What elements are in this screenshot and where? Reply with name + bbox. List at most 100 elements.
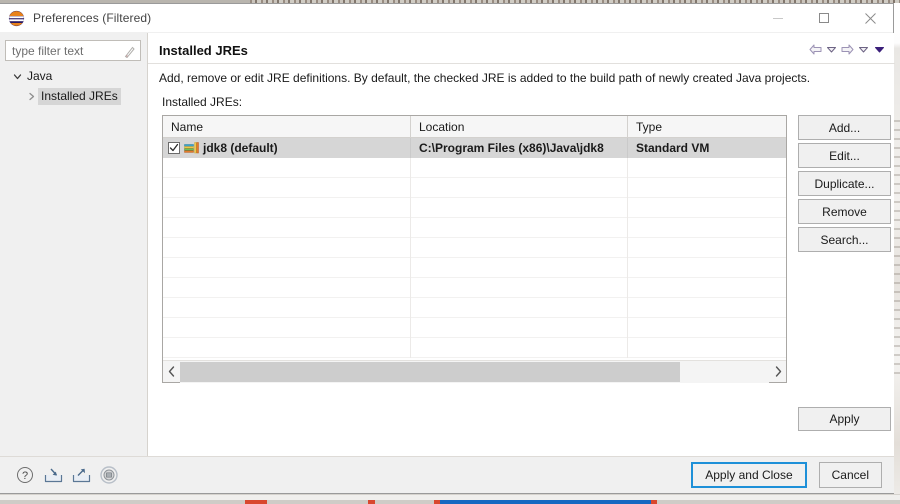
- table-row-empty[interactable]: [163, 218, 786, 238]
- duplicate-button[interactable]: Duplicate...: [798, 171, 891, 196]
- taskbar-mark-1: [245, 500, 267, 504]
- window-controls: [755, 4, 893, 33]
- cell-empty: [628, 238, 786, 258]
- cell-type[interactable]: Standard VM: [628, 138, 786, 158]
- cancel-button[interactable]: Cancel: [818, 462, 882, 488]
- cell-empty: [411, 218, 628, 238]
- cell-empty: [411, 158, 628, 178]
- apply-and-close-button[interactable]: Apply and Close: [691, 462, 807, 488]
- forward-arrow-icon[interactable]: [840, 41, 854, 58]
- cell-empty: [628, 298, 786, 318]
- background-taskbar: [0, 494, 900, 504]
- table-row-empty[interactable]: [163, 338, 786, 358]
- background-window-right-content: [894, 120, 900, 380]
- back-dropdown-icon[interactable]: [824, 41, 838, 58]
- table-row-empty[interactable]: [163, 238, 786, 258]
- table-row-empty[interactable]: [163, 258, 786, 278]
- page-title: Installed JREs: [159, 43, 248, 58]
- tree-item-label: Installed JREs: [38, 87, 121, 105]
- column-header-name[interactable]: Name: [163, 116, 411, 137]
- scrollbar-thumb[interactable]: [180, 361, 680, 382]
- cell-empty: [411, 278, 628, 298]
- recorder-icon[interactable]: [99, 465, 119, 485]
- cell-empty: [163, 218, 411, 238]
- table-row-empty[interactable]: [163, 278, 786, 298]
- back-arrow-icon[interactable]: [808, 41, 822, 58]
- cell-empty: [628, 158, 786, 178]
- clear-filter-icon[interactable]: [124, 45, 135, 58]
- svg-text:?: ?: [22, 470, 28, 482]
- cell-name[interactable]: jdk8 (default): [163, 138, 411, 158]
- table-row-empty[interactable]: [163, 298, 786, 318]
- chevron-right-icon[interactable]: [24, 92, 38, 101]
- tree-item-installed-jres[interactable]: Installed JREs: [0, 86, 147, 106]
- preference-page-installed-jres: Installed JREs Add, remove or edit JRE d…: [147, 33, 895, 457]
- table-row-empty[interactable]: [163, 178, 786, 198]
- title-bar: Preferences (Filtered): [0, 4, 893, 33]
- table-body: jdk8 (default) C:\Program Files (x86)\Ja…: [163, 138, 786, 360]
- add-button[interactable]: Add...: [798, 115, 891, 140]
- cell-empty: [163, 258, 411, 278]
- close-icon[interactable]: [847, 4, 893, 33]
- page-description: Add, remove or edit JRE definitions. By …: [159, 71, 811, 85]
- cell-empty: [163, 158, 411, 178]
- cell-empty: [163, 198, 411, 218]
- search-button[interactable]: Search...: [798, 227, 891, 252]
- cell-empty: [628, 278, 786, 298]
- tree-item-java[interactable]: Java: [0, 66, 147, 86]
- jre-checkbox[interactable]: [168, 142, 180, 154]
- cell-empty: [163, 318, 411, 338]
- cell-location[interactable]: C:\Program Files (x86)\Java\jdk8: [411, 138, 628, 158]
- column-header-location[interactable]: Location: [411, 116, 628, 137]
- installed-jres-table: Name Location Type jdk8 (default) C:\Pro…: [162, 115, 787, 383]
- edit-button[interactable]: Edit...: [798, 143, 891, 168]
- title-separator: [148, 63, 895, 64]
- cell-empty: [163, 238, 411, 258]
- table-row-empty[interactable]: [163, 198, 786, 218]
- tree-item-label: Java: [27, 68, 53, 83]
- preferences-dialog: Preferences (Filtered) type filter text …: [0, 3, 895, 494]
- import-preferences-icon[interactable]: [43, 465, 63, 485]
- scrollbar-track[interactable]: [180, 360, 769, 383]
- cell-empty: [163, 278, 411, 298]
- footer-icon-group: ?: [15, 465, 119, 485]
- search-input[interactable]: [12, 43, 114, 58]
- preferences-tree: Java Installed JREs: [0, 66, 147, 106]
- table-horizontal-scrollbar[interactable]: [163, 360, 786, 383]
- chevron-right-icon[interactable]: [769, 361, 786, 383]
- taskbar-mark-5: [651, 500, 657, 504]
- eclipse-logo-icon: [8, 10, 25, 27]
- cell-empty: [163, 178, 411, 198]
- chevron-left-icon[interactable]: [163, 361, 180, 383]
- column-header-type[interactable]: Type: [628, 116, 786, 137]
- cell-empty: [411, 338, 628, 358]
- menu-dropdown-icon[interactable]: [872, 41, 886, 58]
- table-row-empty[interactable]: [163, 158, 786, 178]
- forward-dropdown-icon[interactable]: [856, 41, 870, 58]
- jre-library-icon: [184, 141, 200, 155]
- cell-empty: [628, 178, 786, 198]
- jre-action-buttons: Add... Edit... Duplicate... Remove Searc…: [798, 115, 891, 255]
- filter-box[interactable]: [5, 40, 141, 61]
- table-row-empty[interactable]: [163, 318, 786, 338]
- taskbar-mark-2: [368, 500, 375, 504]
- maximize-icon[interactable]: [801, 4, 847, 33]
- cell-empty: [628, 218, 786, 238]
- cell-empty: [628, 258, 786, 278]
- dialog-footer: ? Apply and Close Cancel: [0, 456, 894, 493]
- window-title: Preferences (Filtered): [33, 11, 152, 25]
- help-icon[interactable]: ?: [15, 465, 35, 485]
- cell-empty: [411, 258, 628, 278]
- cell-empty: [628, 198, 786, 218]
- remove-button[interactable]: Remove: [798, 199, 891, 224]
- empty-rows-container: [163, 158, 786, 358]
- table-row[interactable]: jdk8 (default) C:\Program Files (x86)\Ja…: [163, 138, 786, 158]
- apply-button[interactable]: Apply: [798, 407, 891, 431]
- dialog-body: Java Installed JREs Installed JREs: [0, 33, 895, 457]
- export-preferences-icon[interactable]: [71, 465, 91, 485]
- minimize-icon[interactable]: [755, 4, 801, 33]
- chevron-down-icon[interactable]: [10, 72, 24, 81]
- cell-empty: [628, 338, 786, 358]
- cell-empty: [411, 238, 628, 258]
- cell-empty: [411, 178, 628, 198]
